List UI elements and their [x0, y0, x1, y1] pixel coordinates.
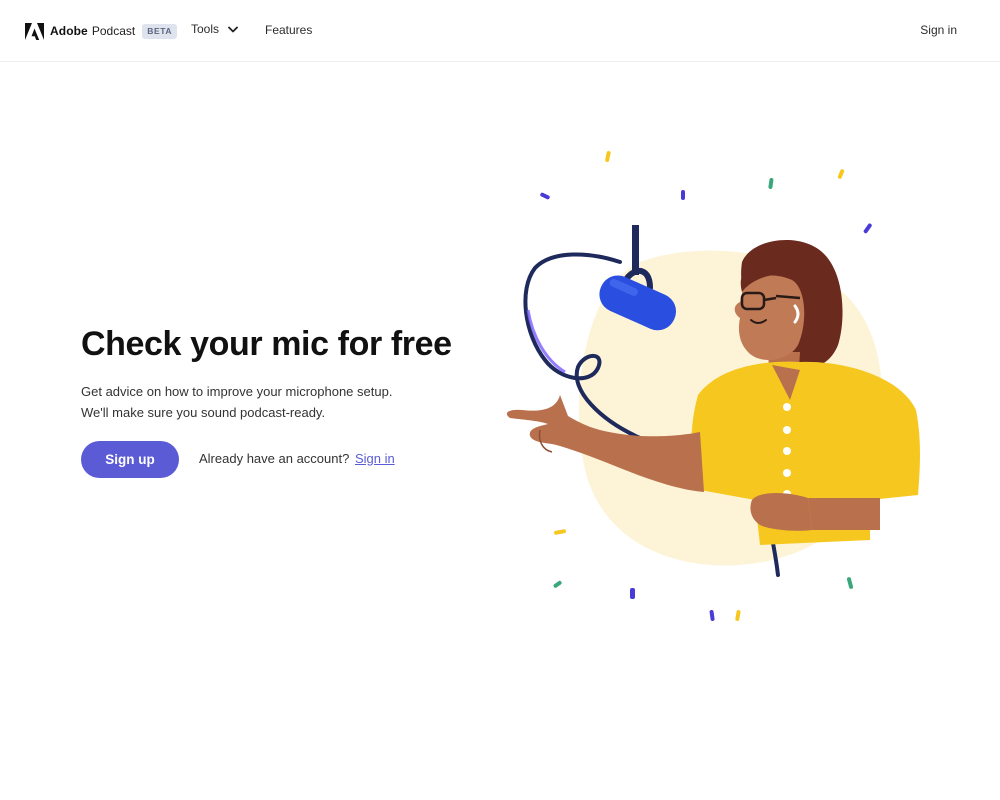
brand-podcast-text: Podcast [91, 24, 136, 38]
tools-label: Tools [191, 22, 220, 36]
hero-description: Get advice on how to improve your microp… [81, 381, 392, 423]
chevron-down-icon [228, 26, 238, 32]
page-headline: Check your mic for free [81, 325, 452, 363]
features-nav-link[interactable]: Features [265, 23, 312, 37]
brand-adobe-text: Adobe [50, 24, 88, 38]
account-prompt: Already have an account? Sign in [199, 451, 395, 466]
account-prompt-text: Already have an account? [199, 451, 350, 466]
adobe-logo-icon [25, 22, 44, 40]
hero-description-line-1: Get advice on how to improve your microp… [81, 384, 393, 399]
tools-dropdown[interactable]: Tools [191, 22, 238, 36]
hero-sign-in-link[interactable]: Sign in [355, 451, 395, 466]
header-sign-in-link[interactable]: Sign in [920, 23, 957, 37]
mic-boom-arm [632, 225, 639, 275]
top-navigation-bar: Adobe Podcast BETA Tools Features Sign i… [0, 0, 1000, 62]
beta-badge: BETA [142, 23, 178, 39]
podcaster-illustration [506, 151, 920, 621]
brand-home-link[interactable]: Adobe Podcast BETA [25, 22, 178, 40]
sign-up-button[interactable]: Sign up [81, 441, 179, 478]
hero-description-line-2: We'll make sure you sound podcast-ready. [81, 405, 326, 420]
